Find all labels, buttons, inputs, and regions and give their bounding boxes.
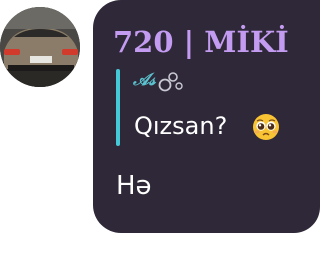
car-photo xyxy=(0,7,80,87)
sender-name[interactable]: 720 | MİKİ xyxy=(113,25,289,59)
reply-author-name: 𝒜𝓈 xyxy=(133,70,156,90)
reply-accent-bar xyxy=(116,69,120,146)
message-text: Hə xyxy=(116,171,152,201)
reply-quoted-text: Qızsan? xyxy=(134,112,228,140)
soap-bubbles-icon xyxy=(158,70,184,96)
reply-preview[interactable]: 𝒜𝓈 Qızsan? xyxy=(116,69,306,147)
pleading-face-icon xyxy=(252,113,280,145)
message-bubble[interactable]: 720 | MİKİ 𝒜𝓈 Qızsan? Hə xyxy=(93,0,320,233)
sender-avatar[interactable] xyxy=(0,7,80,87)
